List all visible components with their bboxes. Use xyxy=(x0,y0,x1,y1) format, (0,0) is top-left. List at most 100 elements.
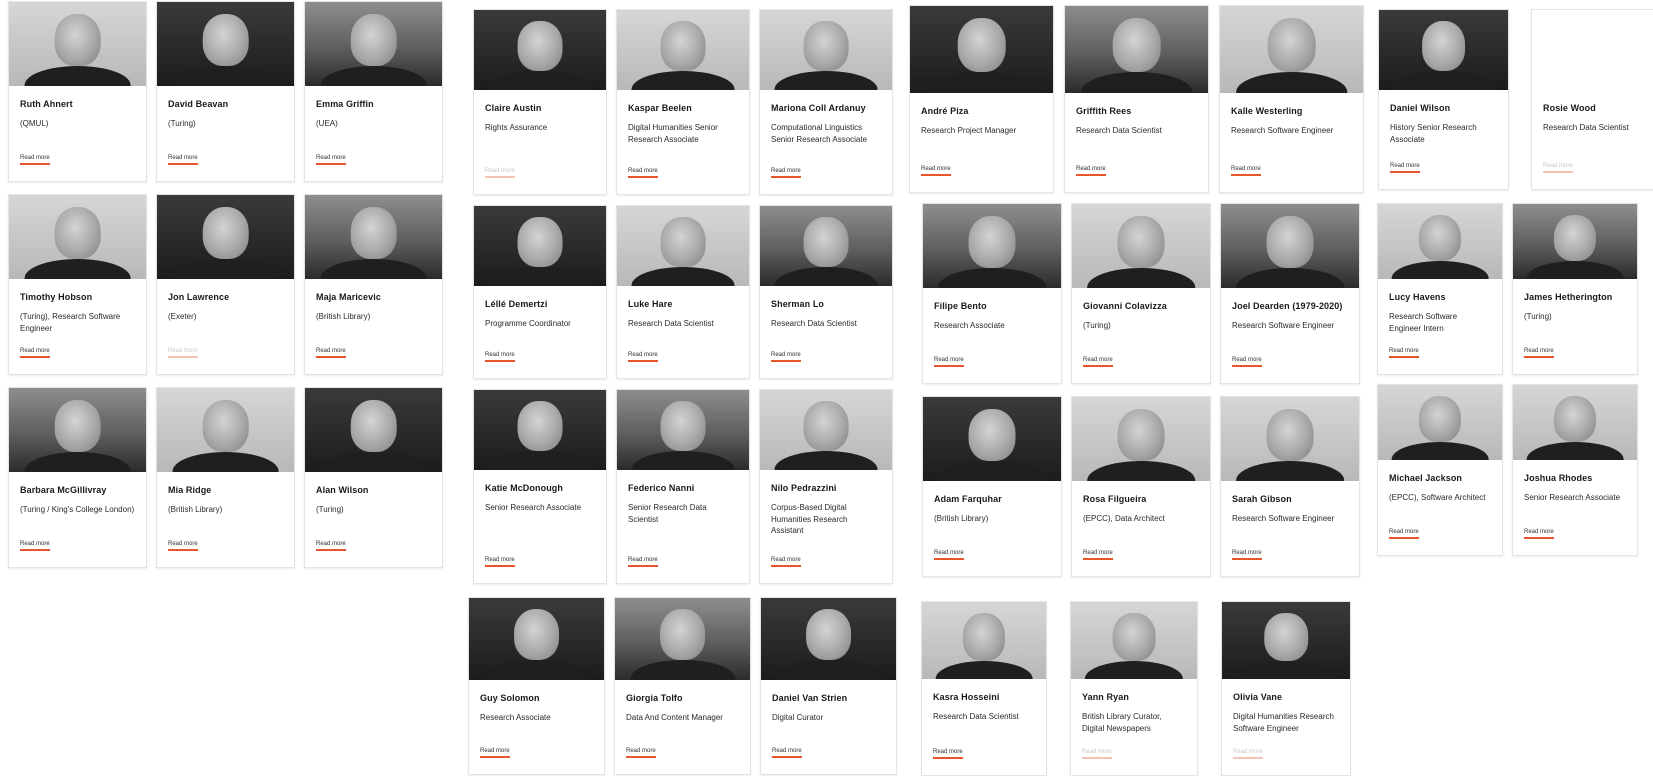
person-card-olivia-vane[interactable]: Olivia Vane Digital Humanities Research S… xyxy=(1221,601,1351,776)
read-more-link[interactable]: Read more xyxy=(1524,348,1554,358)
person-photo[interactable] xyxy=(923,397,1061,481)
person-card-rosa-filgueira[interactable]: Rosa Filgueira (EPCC), Data Architect Read… xyxy=(1071,396,1211,577)
read-more-link[interactable]: Read more xyxy=(628,352,658,362)
read-more-link[interactable]: Read more xyxy=(771,168,801,178)
read-more-link[interactable]: Read more xyxy=(485,557,515,567)
person-card-luke-hare[interactable]: Luke Hare Research Data Scientist Read mor… xyxy=(616,205,750,379)
person-card-federico-nanni[interactable]: Federico Nanni Senior Research Data Scien… xyxy=(616,389,750,584)
person-card-timothy-hobson[interactable]: Timothy Hobson (Turing), Research Softwar… xyxy=(8,194,147,375)
person-photo[interactable] xyxy=(1071,602,1197,679)
read-more-link[interactable]: Read more xyxy=(316,348,346,358)
person-card-kasra-hosseini[interactable]: Kasra Hosseini Research Data Scientist Rea… xyxy=(921,601,1047,776)
person-card-yann-ryan[interactable]: Yann Ryan British Library Curator, Digita… xyxy=(1070,601,1198,776)
person-photo[interactable] xyxy=(9,388,146,472)
person-photo[interactable] xyxy=(1065,6,1208,93)
person-card-kaspar-beelen[interactable]: Kaspar Beelen Digital Humanities Senior R… xyxy=(616,9,750,195)
person-photo[interactable] xyxy=(157,195,294,279)
person-card-mariona-coll-ardanuy[interactable]: Mariona Coll Ardanuy Computational Lingui… xyxy=(759,9,893,195)
person-photo[interactable] xyxy=(761,598,896,680)
person-card-kalle-westerling[interactable]: Kalle Westerling Research Software Engine… xyxy=(1219,5,1364,193)
read-more-link[interactable]: Read more xyxy=(1083,550,1113,560)
read-more-link[interactable]: Read more xyxy=(316,541,346,551)
read-more-link[interactable]: Read more xyxy=(168,348,198,358)
person-photo[interactable] xyxy=(474,390,606,470)
person-photo[interactable] xyxy=(1220,6,1363,93)
person-card-daniel-wilson[interactable]: Daniel Wilson History Senior Research Ass… xyxy=(1378,9,1509,190)
read-more-link[interactable]: Read more xyxy=(1543,163,1573,173)
read-more-link[interactable]: Read more xyxy=(1390,163,1420,173)
person-photo[interactable] xyxy=(760,206,892,286)
person-photo[interactable] xyxy=(1222,602,1350,679)
person-photo[interactable] xyxy=(1221,397,1359,481)
person-card-ruth-ahnert[interactable]: Ruth Ahnert (QMUL) Read more xyxy=(8,1,147,182)
person-photo[interactable] xyxy=(617,390,749,470)
person-card-guy-solomon[interactable]: Guy Solomon Research Associate Read more xyxy=(468,597,605,775)
read-more-link[interactable]: Read more xyxy=(1082,749,1112,759)
person-card-mia-ridge[interactable]: Mia Ridge (British Library) Read more xyxy=(156,387,295,568)
read-more-link[interactable]: Read more xyxy=(771,352,801,362)
read-more-link[interactable]: Read more xyxy=(934,357,964,367)
person-photo[interactable] xyxy=(157,2,294,86)
person-photo[interactable] xyxy=(1513,204,1637,279)
person-photo[interactable] xyxy=(9,195,146,279)
person-photo[interactable] xyxy=(1378,385,1502,460)
read-more-link[interactable]: Read more xyxy=(626,748,656,758)
person-photo[interactable] xyxy=(760,390,892,470)
person-photo[interactable] xyxy=(474,10,606,90)
person-photo[interactable] xyxy=(305,195,442,279)
person-card-giovanni-colavizza[interactable]: Giovanni Colavizza (Turing) Read more xyxy=(1071,203,1211,384)
read-more-link[interactable]: Read more xyxy=(1232,550,1262,560)
person-card-michael-jackson[interactable]: Michael Jackson (EPCC), Software Architec… xyxy=(1377,384,1503,556)
person-photo[interactable] xyxy=(305,2,442,86)
read-more-link[interactable]: Read more xyxy=(20,348,50,358)
person-card-maja-maricevic[interactable]: Maja Maricevic (British Library) Read more xyxy=(304,194,443,375)
read-more-link[interactable]: Read more xyxy=(20,155,50,165)
person-photo[interactable] xyxy=(1379,10,1508,90)
person-card-joel-dearden-1979-2020[interactable]: Joel Dearden (1979-2020) Research Softwar… xyxy=(1220,203,1360,384)
read-more-link[interactable]: Read more xyxy=(480,748,510,758)
person-photo[interactable] xyxy=(9,2,146,86)
person-card-sherman-lo[interactable]: Sherman Lo Research Data Scientist Read mo… xyxy=(759,205,893,379)
person-photo[interactable] xyxy=(469,598,604,680)
read-more-link[interactable]: Read more xyxy=(628,168,658,178)
person-card-adam-farquhar[interactable]: Adam Farquhar (British Library) Read more xyxy=(922,396,1062,577)
read-more-link[interactable]: Read more xyxy=(1524,529,1554,539)
person-card-lelle-demertzi[interactable]: Léllé Demertzi Programme Coordinator Read … xyxy=(473,205,607,379)
read-more-link[interactable]: Read more xyxy=(20,541,50,551)
person-card-griffith-rees[interactable]: Griffith Rees Research Data Scientist Read… xyxy=(1064,5,1209,193)
person-card-nilo-pedrazzini[interactable]: Nilo Pedrazzini Corpus-Based Digital Huma… xyxy=(759,389,893,584)
person-card-katie-mcdonough[interactable]: Katie McDonough Senior Research Associate… xyxy=(473,389,607,584)
person-card-alan-wilson[interactable]: Alan Wilson (Turing) Read more xyxy=(304,387,443,568)
read-more-link[interactable]: Read more xyxy=(1233,749,1263,759)
person-card-filipe-bento[interactable]: Filipe Bento Research Associate Read more xyxy=(922,203,1062,384)
person-card-rosie-wood[interactable]: Rosie Wood Research Data Scientist Read mo… xyxy=(1531,9,1653,190)
person-photo[interactable] xyxy=(1532,10,1653,90)
person-photo[interactable] xyxy=(1378,204,1502,279)
person-photo[interactable] xyxy=(305,388,442,472)
read-more-link[interactable]: Read more xyxy=(628,557,658,567)
read-more-link[interactable]: Read more xyxy=(771,557,801,567)
person-photo[interactable] xyxy=(760,10,892,90)
read-more-link[interactable]: Read more xyxy=(1231,166,1261,176)
person-photo[interactable] xyxy=(1072,397,1210,481)
person-photo[interactable] xyxy=(922,602,1046,679)
person-card-giorgia-tolfo[interactable]: Giorgia Tolfo Data And Content Manager Rea… xyxy=(614,597,751,775)
read-more-link[interactable]: Read more xyxy=(316,155,346,165)
person-card-lucy-havens[interactable]: Lucy Havens Research Software Engineer In… xyxy=(1377,203,1503,375)
person-photo[interactable] xyxy=(615,598,750,680)
read-more-link[interactable]: Read more xyxy=(933,749,963,759)
person-photo[interactable] xyxy=(617,10,749,90)
person-photo[interactable] xyxy=(923,204,1061,288)
person-card-daniel-van-strien[interactable]: Daniel Van Strien Digital Curator Read mor… xyxy=(760,597,897,775)
read-more-link[interactable]: Read more xyxy=(772,748,802,758)
person-card-emma-griffin[interactable]: Emma Griffin (UEA) Read more xyxy=(304,1,443,182)
person-card-jon-lawrence[interactable]: Jon Lawrence (Exeter) Read more xyxy=(156,194,295,375)
read-more-link[interactable]: Read more xyxy=(168,541,198,551)
read-more-link[interactable]: Read more xyxy=(485,352,515,362)
read-more-link[interactable]: Read more xyxy=(1083,357,1113,367)
person-photo[interactable] xyxy=(1513,385,1637,460)
person-photo[interactable] xyxy=(910,6,1053,93)
read-more-link[interactable]: Read more xyxy=(1389,348,1419,358)
read-more-link[interactable]: Read more xyxy=(1389,529,1419,539)
read-more-link[interactable]: Read more xyxy=(1232,357,1262,367)
